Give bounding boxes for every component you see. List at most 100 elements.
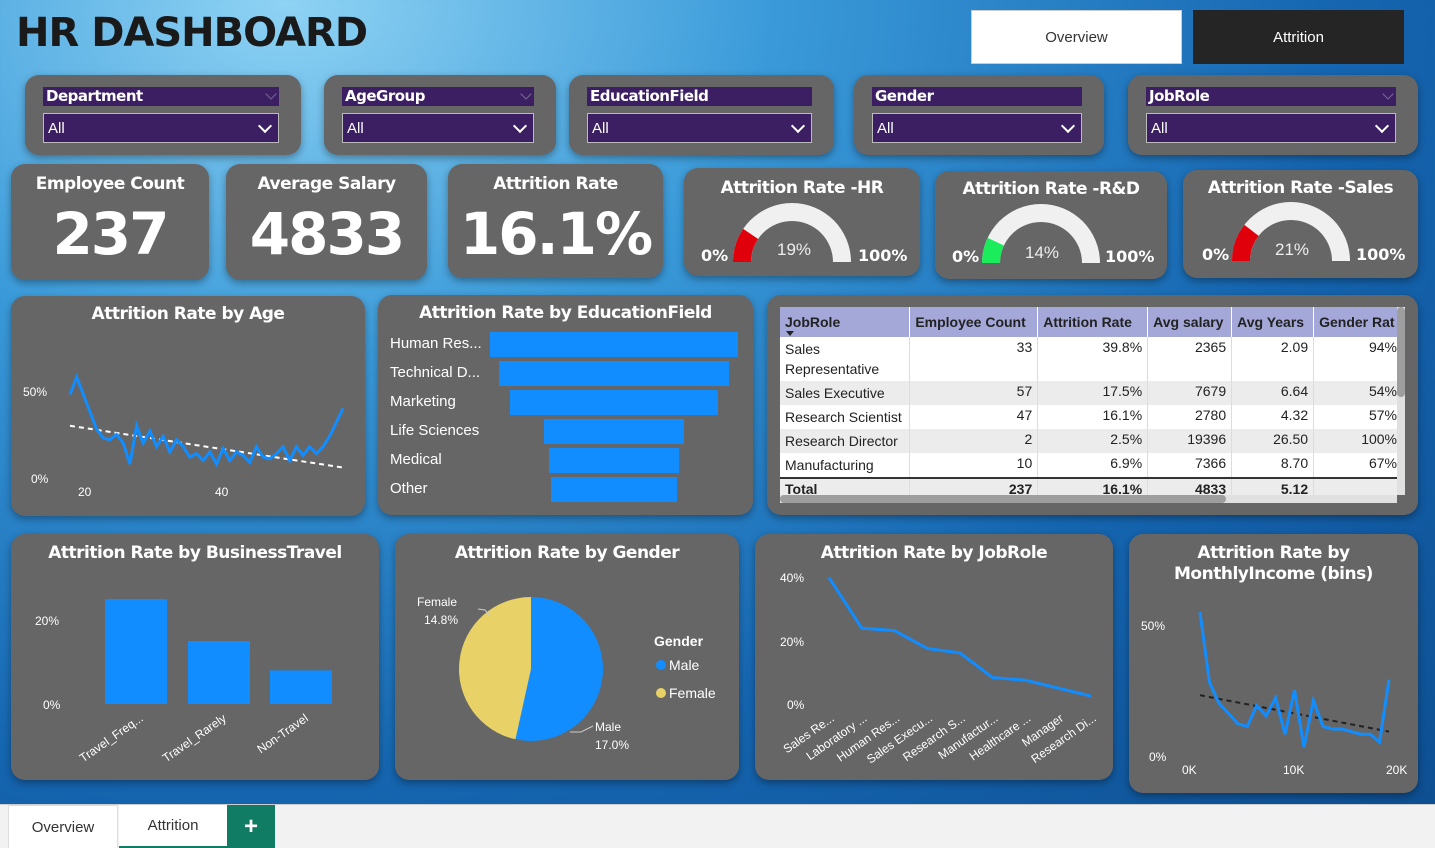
attrition-by-businesstravel-card: Attrition Rate by BusinessTravel 20% 0% … [11,534,379,780]
total-rate-cell: 16.1% [1037,477,1149,495]
legend-marker [656,660,666,670]
businesstravel-bar-chart: 20% 0% Travel_Freq... Travel_Rarely Non-Tr… [35,599,332,765]
page-title: HR DASHBOARD [16,10,368,56]
gauge-min: 0% [1202,245,1230,264]
y-tick-label: 0% [43,698,61,712]
rate-cell: 39.8% [1037,337,1149,381]
salary-cell: 2780 [1147,405,1233,429]
count-cell: 33 [909,337,1039,381]
rate-cell: 2.5% [1037,429,1149,453]
gauge-max: 100% [1105,247,1155,266]
attrition-by-age-card: Attrition Rate by Age 50% 0% 20 40 [11,296,365,516]
y-tick-label: 20% [35,614,59,628]
x-tick-label: Non-Travel [254,711,310,756]
gauge-min: 0% [701,246,729,265]
salary-cell: 19396 [1147,429,1233,453]
total-salary-cell: 4833 [1147,477,1233,495]
bar[interactable] [490,332,738,357]
column-header[interactable]: Avg salary [1147,307,1233,337]
bar[interactable] [549,448,679,473]
bar [270,670,332,704]
x-tick-label: 0K [1182,763,1197,777]
legend-item: Male [669,657,700,673]
count-cell: 10 [909,453,1039,478]
category-label: Medical [390,451,442,468]
slicer-value: All [877,120,894,137]
column-header[interactable]: Attrition Rate [1037,307,1149,337]
bar[interactable] [550,477,678,502]
jobrole-dropdown[interactable]: All [1146,113,1396,143]
scrollbar-thumb[interactable] [1397,307,1405,397]
employee-count-card: Employee Count 237 [11,164,209,280]
chevron-down-icon [512,118,528,134]
page-tab-bar: Overview Attrition + [0,804,1435,848]
y-tick-label: 50% [1141,619,1165,633]
table-row[interactable]: Research Scientist 47 16.1% 2780 4.32 57% [780,405,1397,429]
y-tick-label: 20% [780,635,804,649]
column-header[interactable]: JobRole [780,307,911,337]
category-label: Human Res... [390,335,482,352]
legend-title: Gender [654,633,704,649]
add-page-button[interactable]: + [227,805,275,848]
horizontal-scrollbar[interactable] [780,495,1397,503]
overview-nav-button[interactable]: Overview [971,10,1182,64]
table-row[interactable]: Research Director 2 2.5% 19396 26.50 100% [780,429,1397,453]
column-header[interactable]: Avg Years [1231,307,1315,337]
pie-label-value: 17.0% [595,738,629,752]
attrition-by-monthlyincome-card: Attrition Rate by MonthlyIncome (bins) 5… [1129,534,1418,793]
average-salary-card: Average Salary 4833 [226,164,427,280]
bar[interactable] [509,390,719,415]
sort-desc-icon [786,331,794,336]
jobrole-cell: Sales Executive [780,381,911,405]
rate-cell: 6.9% [1037,453,1149,478]
tab-attrition[interactable]: Attrition [119,805,227,848]
chevron-down-icon [1382,88,1394,100]
bar[interactable] [543,419,684,444]
series-line [68,372,345,468]
pie-label-name: Male [595,720,621,734]
x-tick-label: 10K [1283,763,1304,777]
tab-overview[interactable]: Overview [8,805,118,848]
vertical-scrollbar[interactable] [1397,307,1405,495]
educationfield-dropdown[interactable]: All [587,113,812,143]
gender-cell: 67% [1313,453,1397,478]
chevron-down-icon [790,118,806,134]
gender-dropdown[interactable]: All [872,113,1082,143]
department-dropdown[interactable]: All [43,113,279,143]
scrollbar-thumb[interactable] [780,495,1226,503]
y-tick-label: 0% [31,472,49,486]
total-count-cell: 237 [909,477,1039,495]
x-tick-label: Travel_Rarely [160,711,229,765]
salary-cell: 7679 [1147,381,1233,405]
gauge-value: 21% [1275,240,1310,259]
attrition-nav-button[interactable]: Attrition [1193,10,1404,64]
age-line-chart: 50% 0% 20 40 [23,372,345,499]
gauge-card-hr: Attrition Rate -HR 0% 100% 19% [684,168,920,276]
salary-cell: 2365 [1147,337,1233,381]
chart-title: Attrition Rate by EducationField [419,303,712,323]
department-slicer: Department All [25,75,301,155]
years-cell: 2.09 [1231,337,1315,381]
category-label: Marketing [390,393,456,410]
salary-cell: 7366 [1147,453,1233,478]
y-tick-label: 40% [780,571,804,585]
bar[interactable] [498,361,730,386]
kpi-value: 237 [52,200,169,268]
count-cell: 2 [909,429,1039,453]
chevron-down-icon [265,88,277,100]
years-cell: 4.32 [1231,405,1315,429]
years-cell: 26.50 [1231,429,1315,453]
series-line [827,576,1092,698]
agegroup-dropdown[interactable]: All [342,113,534,143]
slicer-label: Department [46,87,143,105]
table-row[interactable]: Sales Executive 57 17.5% 7679 6.64 54% [780,381,1397,405]
jobrole-line-chart: 40% 20% 0% Sales Re...Laboratory ...Huma… [780,571,1099,766]
category-label: Technical D... [390,364,481,381]
column-header[interactable]: Employee Count [909,307,1039,337]
agegroup-slicer: AgeGroup All [324,75,556,155]
jobrole-slicer: JobRole All [1128,75,1418,155]
column-header[interactable]: Gender Rat [1313,307,1397,337]
slicer-label: EducationField [590,87,709,105]
table-row[interactable]: Sales Representative 33 39.8% 2365 2.09 94% [780,337,1397,381]
table-row[interactable]: Manufacturing 10 6.9% 7366 8.70 67% [780,453,1397,478]
